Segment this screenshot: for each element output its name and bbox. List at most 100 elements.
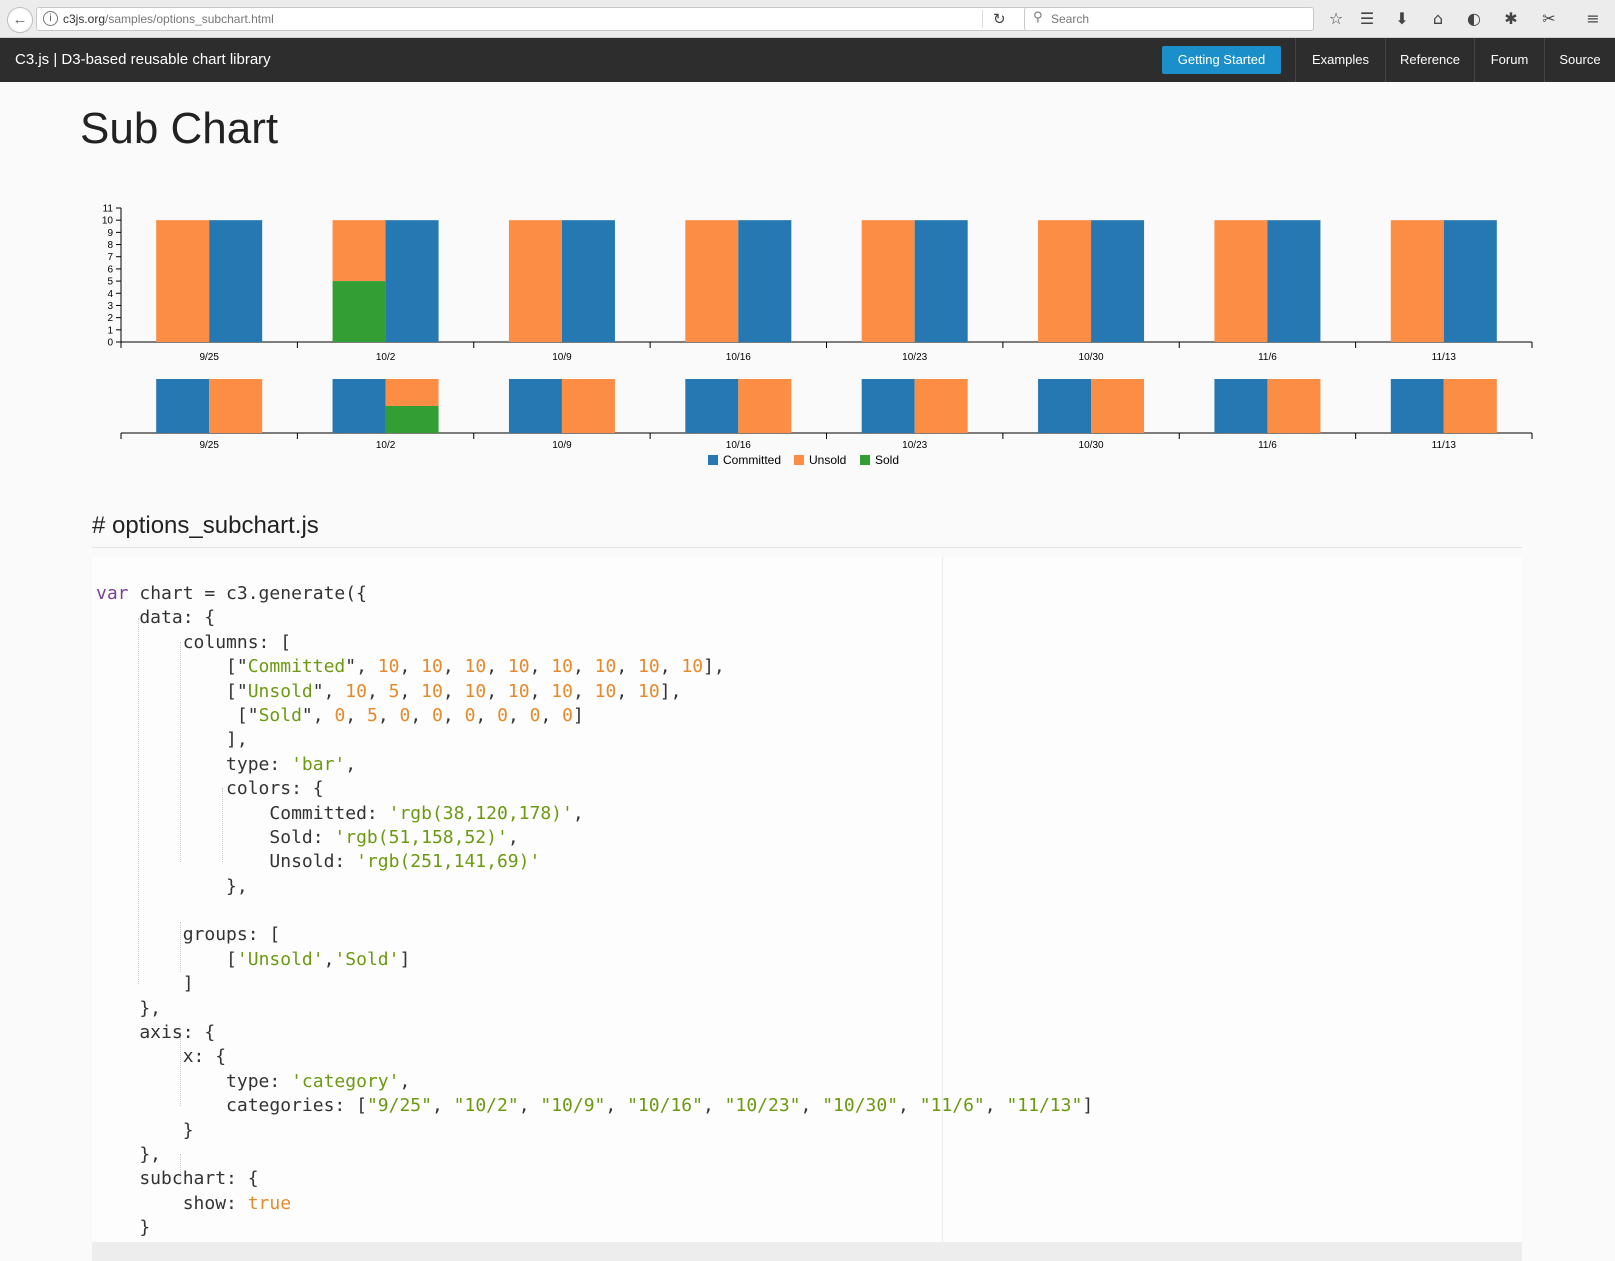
subchart-x-tick-label: 10/9: [552, 440, 572, 451]
x-tick-label: 11/6: [1258, 352, 1277, 363]
code-line: ["Unsold", 10, 5, 10, 10, 10, 10, 10, 10…: [96, 680, 1093, 704]
code-token: 'rgb(38,120,178)': [388, 802, 573, 824]
bar-committed: [1267, 220, 1321, 342]
nav-link-forum[interactable]: Forum: [1474, 38, 1544, 82]
subchart-bar-unsold: [914, 379, 968, 433]
y-tick-label: 4: [107, 289, 113, 300]
subchart-x-tick-label: 10/23: [902, 440, 927, 451]
bar-committed: [1443, 220, 1497, 342]
code-token: Sold: [258, 704, 302, 726]
code-token: 5: [388, 680, 400, 702]
brand-link[interactable]: C3.js | D3-based reusable chart library: [15, 51, 271, 68]
code-scrollbar[interactable]: [92, 1242, 1522, 1261]
code-token: "10/2": [453, 1095, 519, 1117]
code-token: 10: [594, 656, 617, 678]
pocket-icon[interactable]: ◐: [1463, 8, 1485, 30]
code-token: [: [96, 948, 237, 970]
chart-area: 0 12345 67891011 9/25 10/2 10/9 10/16 10/23 10/3…: [102, 204, 1533, 467]
bar-committed: [385, 220, 439, 342]
code-token: 'rgb(251,141,69)': [356, 851, 541, 873]
code-token: 0: [464, 704, 476, 726]
x-tick-label: 11/13: [1432, 352, 1457, 363]
code-token: ,: [345, 704, 367, 726]
url-bar[interactable]: i c3js.org/samples/options_subchart.html…: [36, 7, 1036, 31]
code-token: ,: [529, 656, 552, 678]
code-token: 10: [681, 656, 704, 678]
x-tick-label: 10/23: [902, 352, 927, 363]
code-token: ,: [984, 1095, 1007, 1117]
code-token: ,: [399, 1070, 411, 1092]
code-token: ",: [312, 680, 346, 702]
code-line: },: [96, 1143, 1093, 1167]
code-line: var chart = c3.generate({: [96, 582, 1093, 606]
code-token: groups: [: [96, 924, 281, 946]
bar-committed: [738, 220, 792, 342]
code-token: "10/30": [822, 1095, 899, 1117]
screenshot-icon[interactable]: ✂: [1538, 8, 1560, 30]
subchart-bar-committed: [1038, 379, 1092, 433]
code-token: "10/23": [724, 1095, 801, 1117]
y-tick-label: 5: [107, 277, 113, 288]
menu-icon[interactable]: ≡: [1582, 8, 1604, 30]
code-token: 10: [421, 680, 443, 702]
code-line: groups: [: [96, 923, 1093, 947]
legend-swatch-committed: [708, 455, 718, 465]
code-token: 10: [464, 656, 487, 678]
code-token: ,: [442, 656, 465, 678]
bar-unsold: [861, 220, 915, 342]
bookmark-star-icon[interactable]: ☆: [1325, 8, 1347, 30]
code-token: ,: [898, 1095, 920, 1117]
legend-label-sold: Sold: [875, 453, 899, 467]
nav-link-source[interactable]: Source: [1544, 38, 1615, 82]
nav-link-reference[interactable]: Reference: [1385, 38, 1474, 82]
url-host: c3js.org: [63, 12, 106, 26]
code-token: ,: [572, 802, 584, 824]
bar-unsold: [1390, 220, 1444, 342]
code-token: ,: [366, 680, 389, 702]
code-token: ,: [605, 1095, 628, 1117]
back-icon[interactable]: ←: [7, 7, 33, 33]
code-token: 'Unsold': [236, 948, 324, 970]
code-token: [": [96, 656, 248, 678]
info-icon[interactable]: i: [43, 11, 58, 26]
reader-list-icon[interactable]: ☰: [1356, 8, 1378, 30]
code-line: ["Committed", 10, 10, 10, 10, 10, 10, 10…: [96, 655, 1093, 679]
code-token: 0: [399, 704, 411, 726]
code-token: ,: [399, 680, 422, 702]
extension-icon[interactable]: ✱: [1500, 8, 1522, 30]
code-token: 0: [529, 704, 541, 726]
home-icon[interactable]: ⌂: [1427, 8, 1449, 30]
code-token: 10: [507, 656, 530, 678]
code-line: Committed: 'rgb(38,120,178)',: [96, 802, 1093, 826]
url-text[interactable]: c3js.org/samples/options_subchart.html: [63, 12, 274, 26]
code-token: ,: [529, 680, 552, 702]
search-input[interactable]: ⚲ Search: [1024, 7, 1314, 31]
subchart-bar-sold: [385, 406, 439, 433]
subchart-x-tick-label: 9/25: [199, 440, 219, 451]
getting-started-button[interactable]: Getting Started: [1162, 46, 1281, 74]
download-icon[interactable]: ⬇: [1391, 8, 1413, 30]
code-token: columns: [: [96, 631, 292, 653]
code-token: "11/6": [919, 1095, 985, 1117]
bar-committed: [1091, 220, 1145, 342]
code-token: [": [96, 704, 259, 726]
code-token: "9/25": [366, 1095, 432, 1117]
bar-unsold: [508, 220, 562, 342]
code-line: categories: ["9/25", "10/2", "10/9", "10…: [96, 1094, 1093, 1118]
code-token: x: {: [96, 1046, 227, 1068]
y-tick-label: 2: [107, 313, 113, 324]
code-token: subchart: {: [96, 1168, 259, 1190]
code-token: ,: [572, 656, 595, 678]
code-line: show: true: [96, 1192, 1093, 1216]
code-token: categories: [: [96, 1095, 367, 1117]
code-token: type:: [96, 1070, 292, 1092]
bar-committed: [914, 220, 968, 342]
code-token: ,: [486, 680, 508, 702]
code-token: ,: [572, 680, 595, 702]
x-tick-label: 10/2: [376, 352, 396, 363]
reload-icon[interactable]: ↻: [993, 10, 1006, 28]
nav-link-examples[interactable]: Examples: [1295, 38, 1385, 82]
code-token: ,: [377, 704, 400, 726]
code-token: [": [96, 680, 248, 702]
